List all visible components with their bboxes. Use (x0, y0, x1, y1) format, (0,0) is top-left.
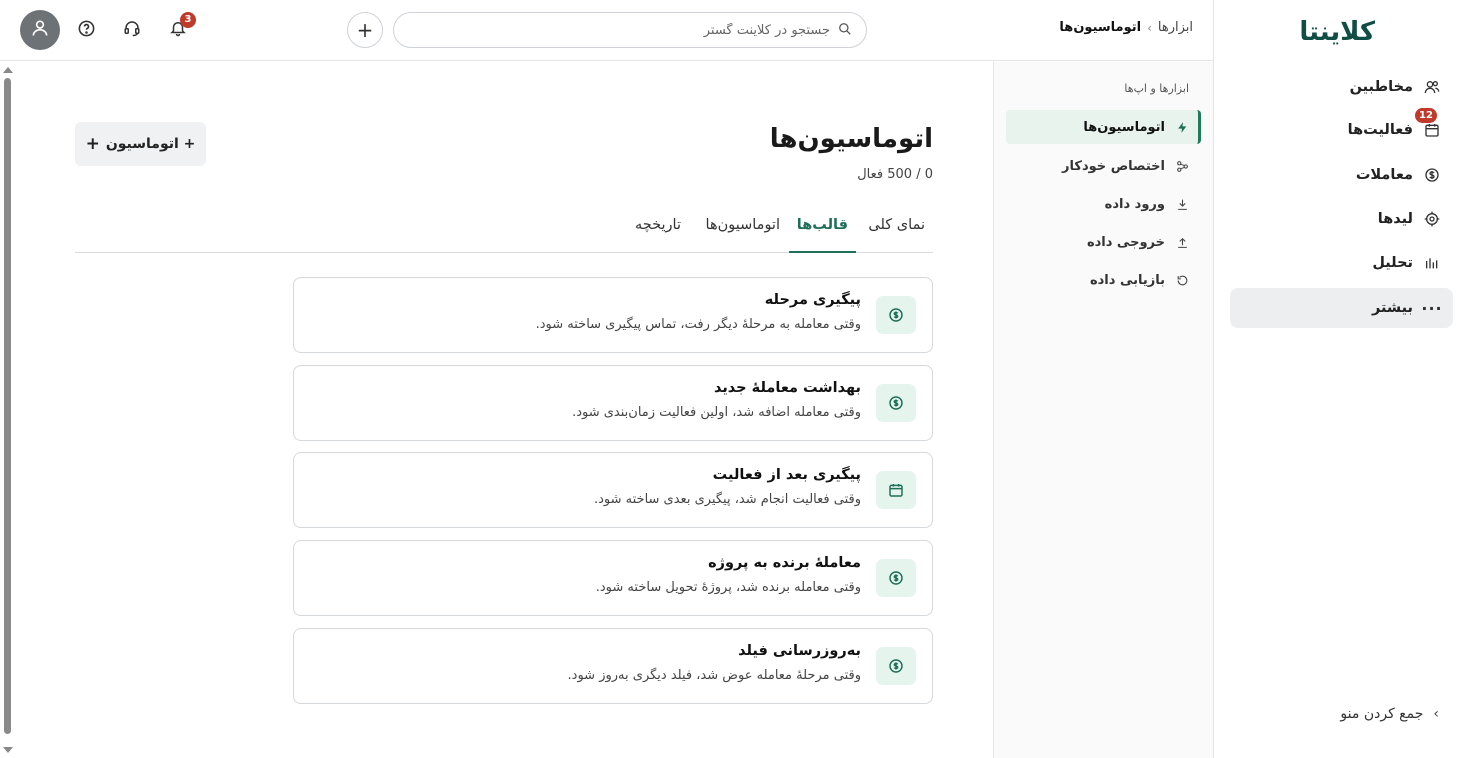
download-icon (1175, 197, 1189, 211)
headset-icon (123, 19, 141, 41)
sidebar-item-deals[interactable]: معاملات (1230, 155, 1453, 195)
tools-item-import[interactable]: ورود داده (1006, 187, 1201, 221)
tools-item-auto-assign[interactable]: اختصاص خودکار (1006, 149, 1201, 183)
dollar-circle-icon (1423, 166, 1441, 184)
chevron-left-icon: ‹ (1433, 706, 1439, 722)
template-description: وقتی مرحلهٔ معامله عوض شد، فیلد دیگری به… (567, 668, 861, 683)
sidebar-item-label: مخاطبین (1349, 79, 1413, 95)
tools-item-label: خروجی داده (1086, 234, 1165, 250)
collapse-menu-button[interactable]: ‹ جمع کردن منو (1340, 706, 1439, 722)
breadcrumb-current: اتوماسیون‌ها (1059, 20, 1142, 35)
template-title: معاملهٔ برنده به پروژه (708, 555, 861, 571)
help-button[interactable] (68, 12, 104, 48)
search-input[interactable] (430, 22, 830, 38)
dollar-circle-icon (876, 559, 916, 597)
dollar-circle-icon (876, 384, 916, 422)
top-header: ابزارها ‹ اتوماسیون‌ها + 3 (0, 0, 1213, 61)
template-title: پیگیری بعد از فعالیت (712, 467, 861, 483)
template-description: وقتی معامله برنده شد، پروژهٔ تحویل ساخته… (595, 580, 861, 595)
tools-panel-heading: ابزارها و اپ‌ها (1124, 82, 1189, 95)
tools-item-export[interactable]: خروجی داده (1006, 225, 1201, 259)
lightning-icon (1175, 120, 1189, 134)
sidebar-item-label: فعالیت‌ها (1347, 122, 1413, 138)
scroll-thumb[interactable] (4, 78, 11, 734)
template-card[interactable]: پیگیری بعد از فعالیت وقتی فعالیت انجام ش… (293, 452, 933, 528)
tools-item-label: بازیابی داده (1089, 272, 1165, 288)
sidebar-item-leads[interactable]: لیدها (1230, 199, 1453, 239)
breadcrumb: ابزارها ‹ اتوماسیون‌ها (1059, 20, 1193, 35)
breadcrumb-separator-icon: ‹ (1147, 20, 1152, 35)
template-title: بهداشت معاملهٔ جدید (713, 380, 861, 396)
tab-overview[interactable]: نمای کلی (868, 217, 925, 253)
sidebar-item-more[interactable]: ··· بیشتر (1230, 288, 1453, 328)
share-nodes-icon (1175, 159, 1189, 173)
plus-icon: + (356, 18, 374, 42)
new-automation-button[interactable]: + اتوماسیون + (75, 122, 206, 166)
page-scrollbar[interactable] (0, 62, 16, 758)
tab-history[interactable]: تاریخچه (635, 217, 681, 253)
active-automations-count: 0 / 500 فعال (857, 167, 933, 182)
dollar-circle-icon (876, 296, 916, 334)
new-automation-label: + اتوماسیون (105, 136, 196, 152)
sidebar-item-label: تحلیل (1372, 255, 1413, 271)
brand-logo[interactable]: کلاینتا (1299, 17, 1376, 47)
notifications-button[interactable]: 3 (160, 12, 196, 48)
template-description: وقتی فعالیت انجام شد، پیگیری بعدی ساخته … (593, 492, 861, 507)
calendar-icon: 12 (1415, 108, 1441, 139)
plus-icon: + (85, 134, 100, 154)
template-card[interactable]: به‌روزرسانی فیلد وقتی مرحلهٔ معامله عوض … (293, 628, 933, 704)
tab-automations[interactable]: اتوماسیون‌ها (706, 217, 780, 253)
template-title: به‌روزرسانی فیلد (738, 643, 861, 659)
dollar-circle-icon (876, 647, 916, 685)
sidebar-item-contacts[interactable]: مخاطبین (1230, 67, 1453, 107)
target-icon (1423, 210, 1441, 228)
tools-item-label: ورود داده (1104, 196, 1165, 212)
users-icon (1423, 78, 1441, 96)
template-card[interactable]: بهداشت معاملهٔ جدید وقتی معامله اضافه شد… (293, 365, 933, 441)
calendar-icon (876, 471, 916, 509)
template-description: وقتی معامله اضافه شد، اولین فعالیت زمان‌… (572, 405, 861, 420)
page-title: اتوماسیون‌ها (769, 124, 933, 154)
template-card[interactable]: پیگیری مرحله وقتی معامله به مرحلهٔ دیگر … (293, 277, 933, 353)
sidebar-item-label: لیدها (1377, 211, 1413, 227)
tools-item-label: اتوماسیون‌ها (1083, 119, 1165, 135)
scroll-up-arrow-icon[interactable] (3, 67, 13, 73)
support-button[interactable] (114, 12, 150, 48)
breadcrumb-parent[interactable]: ابزارها (1158, 20, 1193, 35)
quick-add-button[interactable]: + (347, 12, 383, 48)
sidebar-item-analytics[interactable]: تحلیل (1230, 243, 1453, 283)
scroll-down-arrow-icon[interactable] (3, 747, 13, 753)
tools-item-restore[interactable]: بازیابی داده (1006, 263, 1201, 297)
tab-templates[interactable]: قالب‌ها (788, 217, 856, 253)
tools-item-label: اختصاص خودکار (1062, 158, 1165, 174)
template-title: پیگیری مرحله (764, 292, 861, 308)
tools-panel: ابزارها و اپ‌ها اتوماسیون‌ها اختصاص خودک… (993, 62, 1213, 758)
user-icon (30, 18, 50, 42)
user-avatar[interactable] (20, 10, 60, 50)
search-box (393, 12, 867, 48)
template-description: وقتی معامله به مرحلهٔ دیگر رفت، تماس پیگ… (535, 317, 861, 332)
tools-item-automations[interactable]: اتوماسیون‌ها (1006, 110, 1201, 144)
collapse-menu-label: جمع کردن منو (1340, 706, 1424, 722)
template-card[interactable]: معاملهٔ برنده به پروژه وقتی معامله برنده… (293, 540, 933, 616)
sidebar-item-activities[interactable]: 12 فعالیت‌ها (1230, 108, 1453, 150)
main-sidebar: کلاینتا مخاطبین 12 فعالیت‌ها معاملات لید… (1213, 0, 1469, 758)
help-circle-icon (77, 19, 96, 42)
tabs-bar: نمای کلی قالب‌ها اتوماسیون‌ها تاریخچه (75, 203, 933, 253)
search-icon (838, 21, 852, 40)
notifications-count-badge: 3 (180, 12, 196, 28)
activities-count-badge: 12 (1415, 108, 1437, 123)
restore-icon (1175, 273, 1189, 287)
upload-icon (1175, 235, 1189, 249)
sidebar-item-label: بیشتر (1371, 300, 1413, 316)
sidebar-item-label: معاملات (1355, 167, 1413, 183)
bar-chart-icon (1423, 254, 1441, 272)
more-dots-icon: ··· (1421, 298, 1443, 318)
